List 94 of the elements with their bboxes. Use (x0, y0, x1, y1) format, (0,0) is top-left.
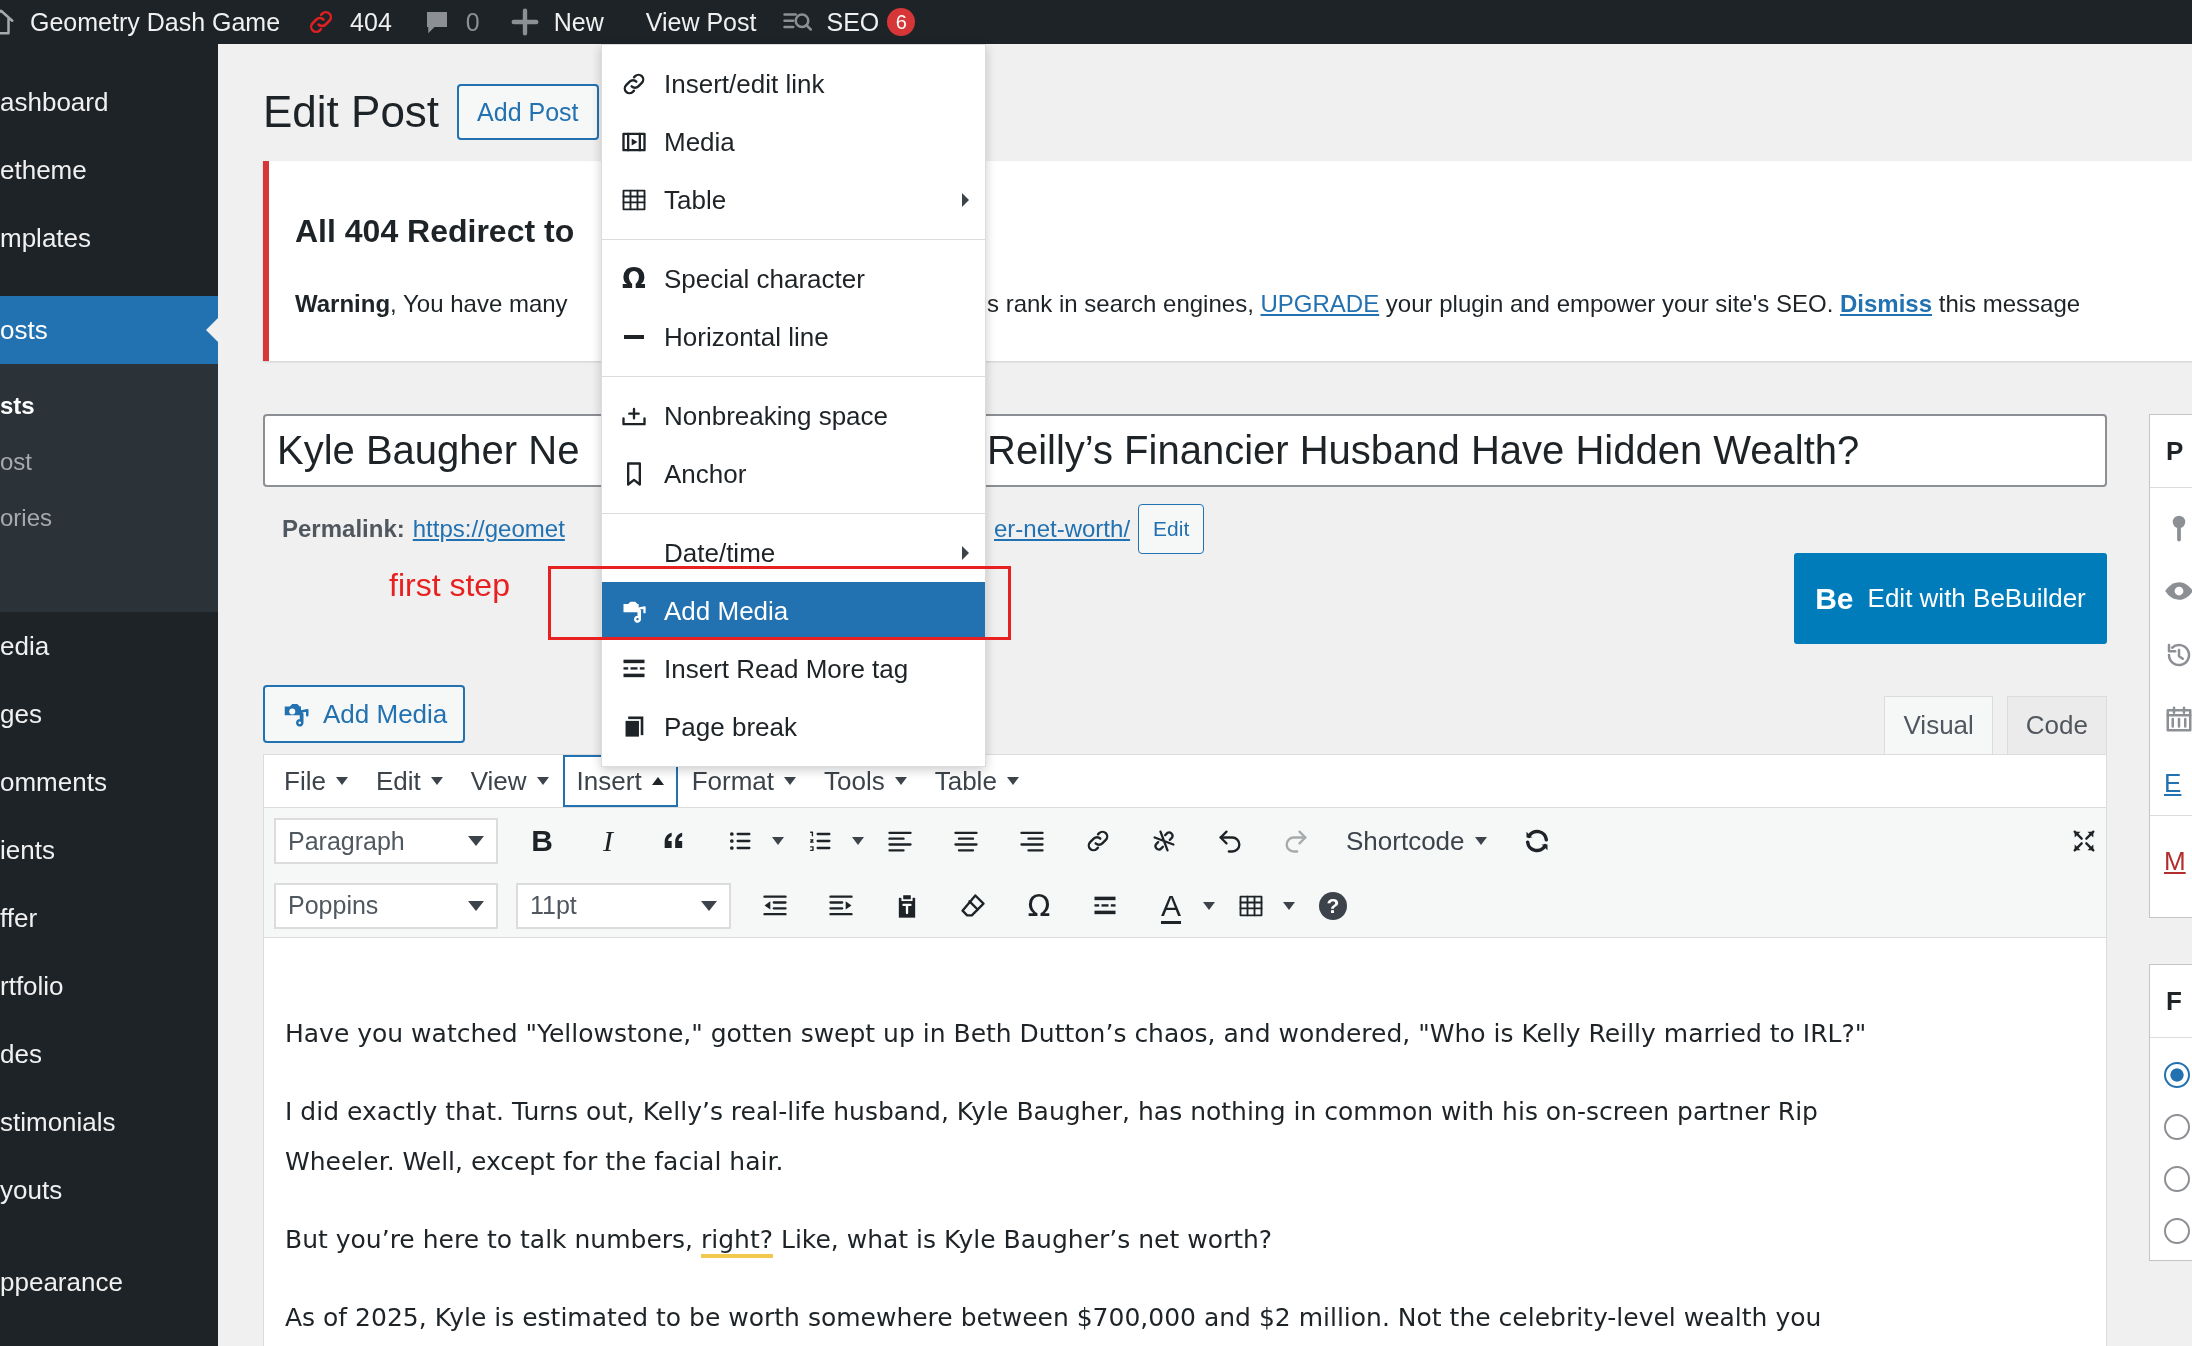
caret-icon (335, 777, 348, 785)
font-size-select[interactable]: 11pt (516, 882, 731, 929)
notice-title: All 404 Redirect to (295, 213, 576, 250)
sidebar-item[interactable]: edia (0, 612, 218, 680)
radio-button[interactable] (2164, 1166, 2190, 1192)
permalink-link[interactable]: er-net-worth/ (994, 515, 1131, 543)
sidebar-item[interactable]: osts (0, 296, 218, 364)
caret-icon (430, 777, 443, 785)
upgrade-link[interactable]: UPGRADE (1260, 290, 1380, 317)
caret-icon (1474, 837, 1487, 845)
text-color-button[interactable]: A (1149, 883, 1193, 928)
add-post-button[interactable]: Add Post (457, 84, 599, 140)
caret-icon (894, 777, 907, 785)
plus-icon[interactable] (509, 7, 540, 37)
sidebar-item[interactable]: omments (0, 748, 218, 816)
notification-badge: 6 (887, 8, 916, 36)
caret-icon (651, 777, 664, 785)
font-select[interactable]: Poppins (274, 882, 498, 929)
bebuilder-button[interactable]: Be Edit with BeBuilder (1794, 553, 2107, 644)
omega-icon: Ω (622, 265, 646, 293)
radio-button[interactable] (2164, 1062, 2190, 1088)
caret-icon (784, 777, 796, 785)
sidebar-item[interactable]: ashboard (0, 68, 218, 136)
caret-icon (701, 900, 717, 911)
bold-button[interactable]: B (520, 819, 564, 863)
add-media-button[interactable]: Add Media (263, 685, 466, 743)
radio-button[interactable] (2164, 1218, 2190, 1244)
title-text: Reilly’s Financier Husband Have Hidden Wealth? (987, 428, 1860, 473)
paragraph-text: I did exactly that. Turns out, Kelly’s real-life husband, Kyle Baugher, has nothing in common with his on-screen partner Rip Wheeler. Well, except for the facial hair. (285, 1096, 1819, 1178)
annotation-text: first step (389, 567, 510, 604)
menu-bar-item[interactable]: Edit (361, 755, 457, 807)
page-title: Edit Post (263, 87, 440, 137)
menu-bar-item[interactable]: File (270, 755, 362, 807)
sidebar-item[interactable]: ges (0, 680, 218, 748)
submenu-item[interactable]: ories (0, 490, 218, 546)
panel-title: F (2150, 965, 2192, 1038)
permalink-label: Permalink: (282, 515, 405, 543)
submenu-item[interactable]: ost (0, 434, 218, 490)
menu-item[interactable]: Insert/edit link (602, 55, 985, 113)
sidebar-item[interactable]: ppearance (0, 1248, 218, 1316)
notice-text: s rank in search engines, UPGRADE your plugin and empower your site's SEO. Dismiss this message (987, 290, 2081, 318)
italic-button[interactable]: I (586, 819, 630, 863)
editor-tab[interactable]: Visual (1884, 696, 1993, 754)
paragraph-text: But you’re here to talk numbers, right? Like, what is Kyle Baugher’s net worth? (285, 1215, 1885, 1265)
radio-button[interactable] (2164, 1114, 2190, 1140)
dismiss-link[interactable]: Dismiss (1840, 290, 1933, 317)
redirects-count[interactable]: 404 (350, 7, 392, 37)
format-select[interactable]: Paragraph (274, 818, 498, 864)
sidebar-item[interactable]: ients (0, 816, 218, 884)
menu-item[interactable]: Horizontal line (602, 308, 985, 366)
caret-icon (536, 777, 549, 785)
menu-item[interactable]: Table (602, 171, 985, 229)
caret-icon[interactable] (852, 837, 864, 845)
menu-item[interactable]: Insert Read More tag (602, 640, 985, 698)
panel-title: P (2150, 415, 2192, 488)
sidebar-item[interactable]: etheme (0, 136, 218, 204)
caret-icon (468, 836, 484, 846)
editor-tab[interactable]: Code (2006, 696, 2107, 754)
seo-link[interactable]: SEO (826, 7, 880, 37)
eraser-icon[interactable] (959, 891, 987, 920)
paragraph-text: As of 2025, Kyle is estimated to be worth somewhere between $700,000 and $2 million. Not the celebrity-level wealth you (285, 1302, 1823, 1334)
permalink-link[interactable]: https://geomet (412, 515, 565, 543)
special-character-button[interactable]: Ω (1017, 883, 1061, 928)
caret-icon[interactable] (1283, 901, 1295, 910)
menu-item[interactable]: Date/time (602, 524, 985, 582)
sidebar-item[interactable]: rtfolio (0, 952, 218, 1020)
caret-icon (468, 900, 484, 911)
trash-link[interactable]: M (2164, 846, 2186, 876)
paragraph-text: Have you watched "Yellowstone," gotten swept up in Beth Dutton’s chaos, and wondered, "Who is Kelly Reilly married to IRL?" (285, 1018, 1868, 1050)
site-name-link[interactable]: Geometry Dash Game (30, 7, 281, 37)
shortcode-dropdown[interactable]: Shortcode (1340, 824, 1493, 858)
title-text: Kyle Baugher Ne (277, 428, 581, 473)
caret-icon (1006, 777, 1019, 785)
menu-item[interactable]: Ω Special character (602, 250, 985, 308)
submenu-item[interactable]: sts (0, 378, 218, 434)
edit-permalink-button[interactable]: Edit (1138, 504, 1205, 554)
sidebar-item[interactable]: youts (0, 1156, 218, 1224)
sidebar-item[interactable]: mplates (0, 204, 218, 272)
menu-item[interactable]: Add Media (602, 582, 985, 640)
sidebar-item[interactable]: des (0, 1020, 218, 1088)
sidebar-item[interactable]: ffer (0, 884, 218, 952)
help-button[interactable]: ? (1319, 891, 1347, 920)
caret-icon[interactable] (1203, 901, 1215, 910)
view-post-link[interactable]: View Post (645, 7, 757, 37)
menu-item[interactable]: Page break (602, 698, 985, 756)
notice-text: Warning, You have many (295, 290, 569, 318)
new-link[interactable]: New (553, 7, 604, 37)
menu-bar-item[interactable]: View (456, 755, 563, 807)
edit-link[interactable]: E (2164, 768, 2192, 799)
menu-item[interactable]: Media (602, 113, 985, 171)
sidebar-item[interactable]: stimonials (0, 1088, 218, 1156)
caret-icon[interactable] (772, 837, 784, 845)
comments-count[interactable]: 0 (465, 7, 480, 37)
calendar-icon (2164, 704, 2192, 734)
